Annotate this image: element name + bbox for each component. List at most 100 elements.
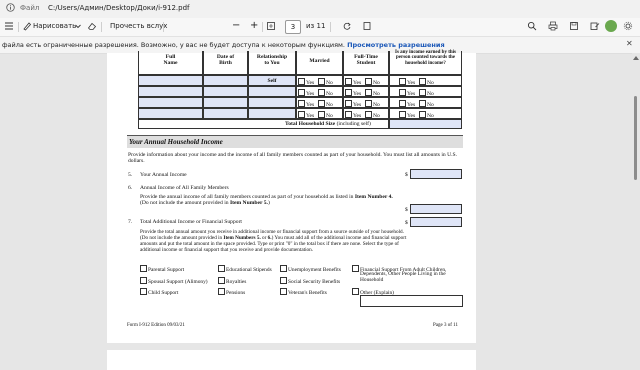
zoom-in-button[interactable]: + <box>250 20 258 31</box>
checkbox-box[interactable] <box>345 88 352 96</box>
household-input-cell[interactable] <box>138 108 203 119</box>
checkbox-parental-support[interactable]: Parental Support <box>140 265 184 273</box>
income-no-checkbox[interactable]: No <box>419 110 434 119</box>
household-size-field[interactable] <box>389 119 462 129</box>
avatar-icon[interactable] <box>605 20 617 32</box>
student-no-checkbox[interactable]: No <box>365 77 380 86</box>
income-yes-checkbox[interactable]: Yes <box>399 99 415 108</box>
checkbox-box[interactable] <box>419 77 426 85</box>
married-yes-checkbox[interactable]: Yes <box>298 99 314 108</box>
other-explain-field[interactable] <box>360 295 463 307</box>
eraser-icon[interactable] <box>87 21 97 31</box>
checkbox-box[interactable] <box>419 88 426 96</box>
student-yes-checkbox[interactable]: Yes <box>345 77 361 86</box>
checkbox-box[interactable] <box>298 88 305 96</box>
save-icon[interactable] <box>569 21 579 31</box>
checkbox-box[interactable] <box>345 99 352 107</box>
income-yes-checkbox[interactable]: Yes <box>399 88 416 97</box>
scrollbar-thumb[interactable] <box>634 96 637 180</box>
household-input-cell[interactable] <box>203 108 248 119</box>
checkbox-royalties[interactable]: Royalties <box>218 277 246 285</box>
income-no-checkbox[interactable]: No <box>419 88 434 97</box>
fit-page-icon[interactable] <box>266 21 276 31</box>
checkbox-box[interactable] <box>298 77 305 85</box>
zoom-out-button[interactable]: − <box>232 20 240 31</box>
married-yes-checkbox[interactable]: Yes <box>298 77 314 86</box>
checkbox-box[interactable] <box>399 110 406 118</box>
household-input-cell[interactable] <box>248 108 296 119</box>
checkbox-social-security-benefits[interactable]: Social Security Benefits <box>280 277 340 285</box>
rotate-icon[interactable] <box>342 21 352 31</box>
annual-income-field[interactable] <box>410 169 462 179</box>
checkbox-box[interactable] <box>399 99 406 107</box>
checkbox-box[interactable] <box>419 110 426 118</box>
checkbox-box[interactable] <box>365 88 372 96</box>
checkbox-educational-stipends[interactable]: Educational Stipends <box>218 265 272 273</box>
checkbox-box[interactable] <box>298 99 305 107</box>
student-yes-checkbox[interactable]: Yes <box>345 99 361 108</box>
page-view-icon[interactable] <box>362 21 372 31</box>
checkbox-box[interactable] <box>365 110 372 118</box>
student-yes-checkbox[interactable]: Yes <box>345 110 361 119</box>
student-no-checkbox[interactable]: No <box>365 88 380 97</box>
income-yes-checkbox[interactable]: Yes <box>399 77 415 86</box>
household-input-cell[interactable] <box>248 97 296 108</box>
address-path[interactable]: C:/Users/Админ/Desktop/Доки/i-912.pdf <box>48 4 189 12</box>
checkbox-box[interactable] <box>318 77 325 85</box>
household-input-cell[interactable] <box>138 97 203 108</box>
household-input-cell[interactable] <box>138 86 203 97</box>
household-input-cell[interactable] <box>203 75 248 86</box>
household-input-cell[interactable] <box>203 86 248 97</box>
checkbox-child-support[interactable]: Child Support <box>140 288 178 296</box>
checkbox-box[interactable] <box>318 110 325 118</box>
checkbox-veterans-benefits[interactable]: Veteran's Benefits <box>280 288 327 296</box>
header-relationship: Relationship to You <box>256 54 288 66</box>
checkbox-label: Yes <box>407 90 416 97</box>
print-icon[interactable] <box>548 21 558 31</box>
search-icon[interactable] <box>527 21 537 31</box>
household-input-cell[interactable] <box>203 97 248 108</box>
draw-icon[interactable] <box>22 21 32 31</box>
close-icon[interactable]: ✕ <box>626 39 633 48</box>
page-number-input[interactable]: 3 <box>285 20 301 34</box>
chevron-down-icon[interactable] <box>73 21 83 31</box>
checkbox-box[interactable] <box>419 99 426 107</box>
student-no-checkbox[interactable]: No <box>365 110 380 119</box>
income-no-checkbox[interactable]: No <box>419 99 434 108</box>
married-no-checkbox[interactable]: No <box>318 110 333 119</box>
checkbox-box[interactable] <box>365 77 372 85</box>
scroll-up-icon[interactable] <box>632 55 640 61</box>
checkbox-box[interactable] <box>318 99 325 107</box>
list-icon[interactable] <box>4 21 14 31</box>
married-yes-checkbox[interactable]: Yes <box>298 88 314 97</box>
student-no-checkbox[interactable]: No <box>365 99 380 108</box>
income-yes-checkbox[interactable]: Yes <box>399 110 415 119</box>
checkbox-box[interactable] <box>399 77 406 85</box>
checkbox-box[interactable] <box>345 110 352 118</box>
additional-income-field[interactable] <box>410 217 462 227</box>
checkbox-box[interactable] <box>345 77 352 85</box>
married-no-checkbox[interactable]: No <box>318 77 333 86</box>
household-input-cell[interactable] <box>248 86 296 97</box>
family-income-field[interactable] <box>410 204 462 214</box>
checkbox-box[interactable] <box>298 110 305 118</box>
checkbox-box[interactable] <box>318 88 325 96</box>
settings-icon[interactable] <box>623 21 633 31</box>
view-permissions-link[interactable]: Просмотреть разрешения <box>347 41 445 49</box>
checkbox-unemployment-benefits[interactable]: Unemployment Benefits <box>280 265 341 273</box>
household-input-cell[interactable] <box>138 75 203 86</box>
save-as-icon[interactable] <box>590 21 600 31</box>
income-no-checkbox[interactable]: No <box>419 77 434 86</box>
married-yes-checkbox[interactable]: Yes <box>298 110 314 119</box>
draw-button[interactable]: Нарисовать <box>33 22 76 30</box>
checkbox-box[interactable] <box>365 99 372 107</box>
married-no-checkbox[interactable]: No <box>318 88 333 97</box>
checkbox-box[interactable] <box>399 88 406 96</box>
student-yes-checkbox[interactable]: Yes <box>345 88 361 97</box>
married-no-checkbox[interactable]: No <box>318 99 333 108</box>
read-aloud-button[interactable]: Прочесть вслух <box>110 22 167 30</box>
info-icon[interactable] <box>6 3 15 12</box>
checkbox-pensions[interactable]: Pensions <box>218 288 245 296</box>
checkbox-spousal-support[interactable]: Spousal Support (Alimony) <box>140 277 208 285</box>
household-size-title: Total Household Size <box>285 120 336 127</box>
